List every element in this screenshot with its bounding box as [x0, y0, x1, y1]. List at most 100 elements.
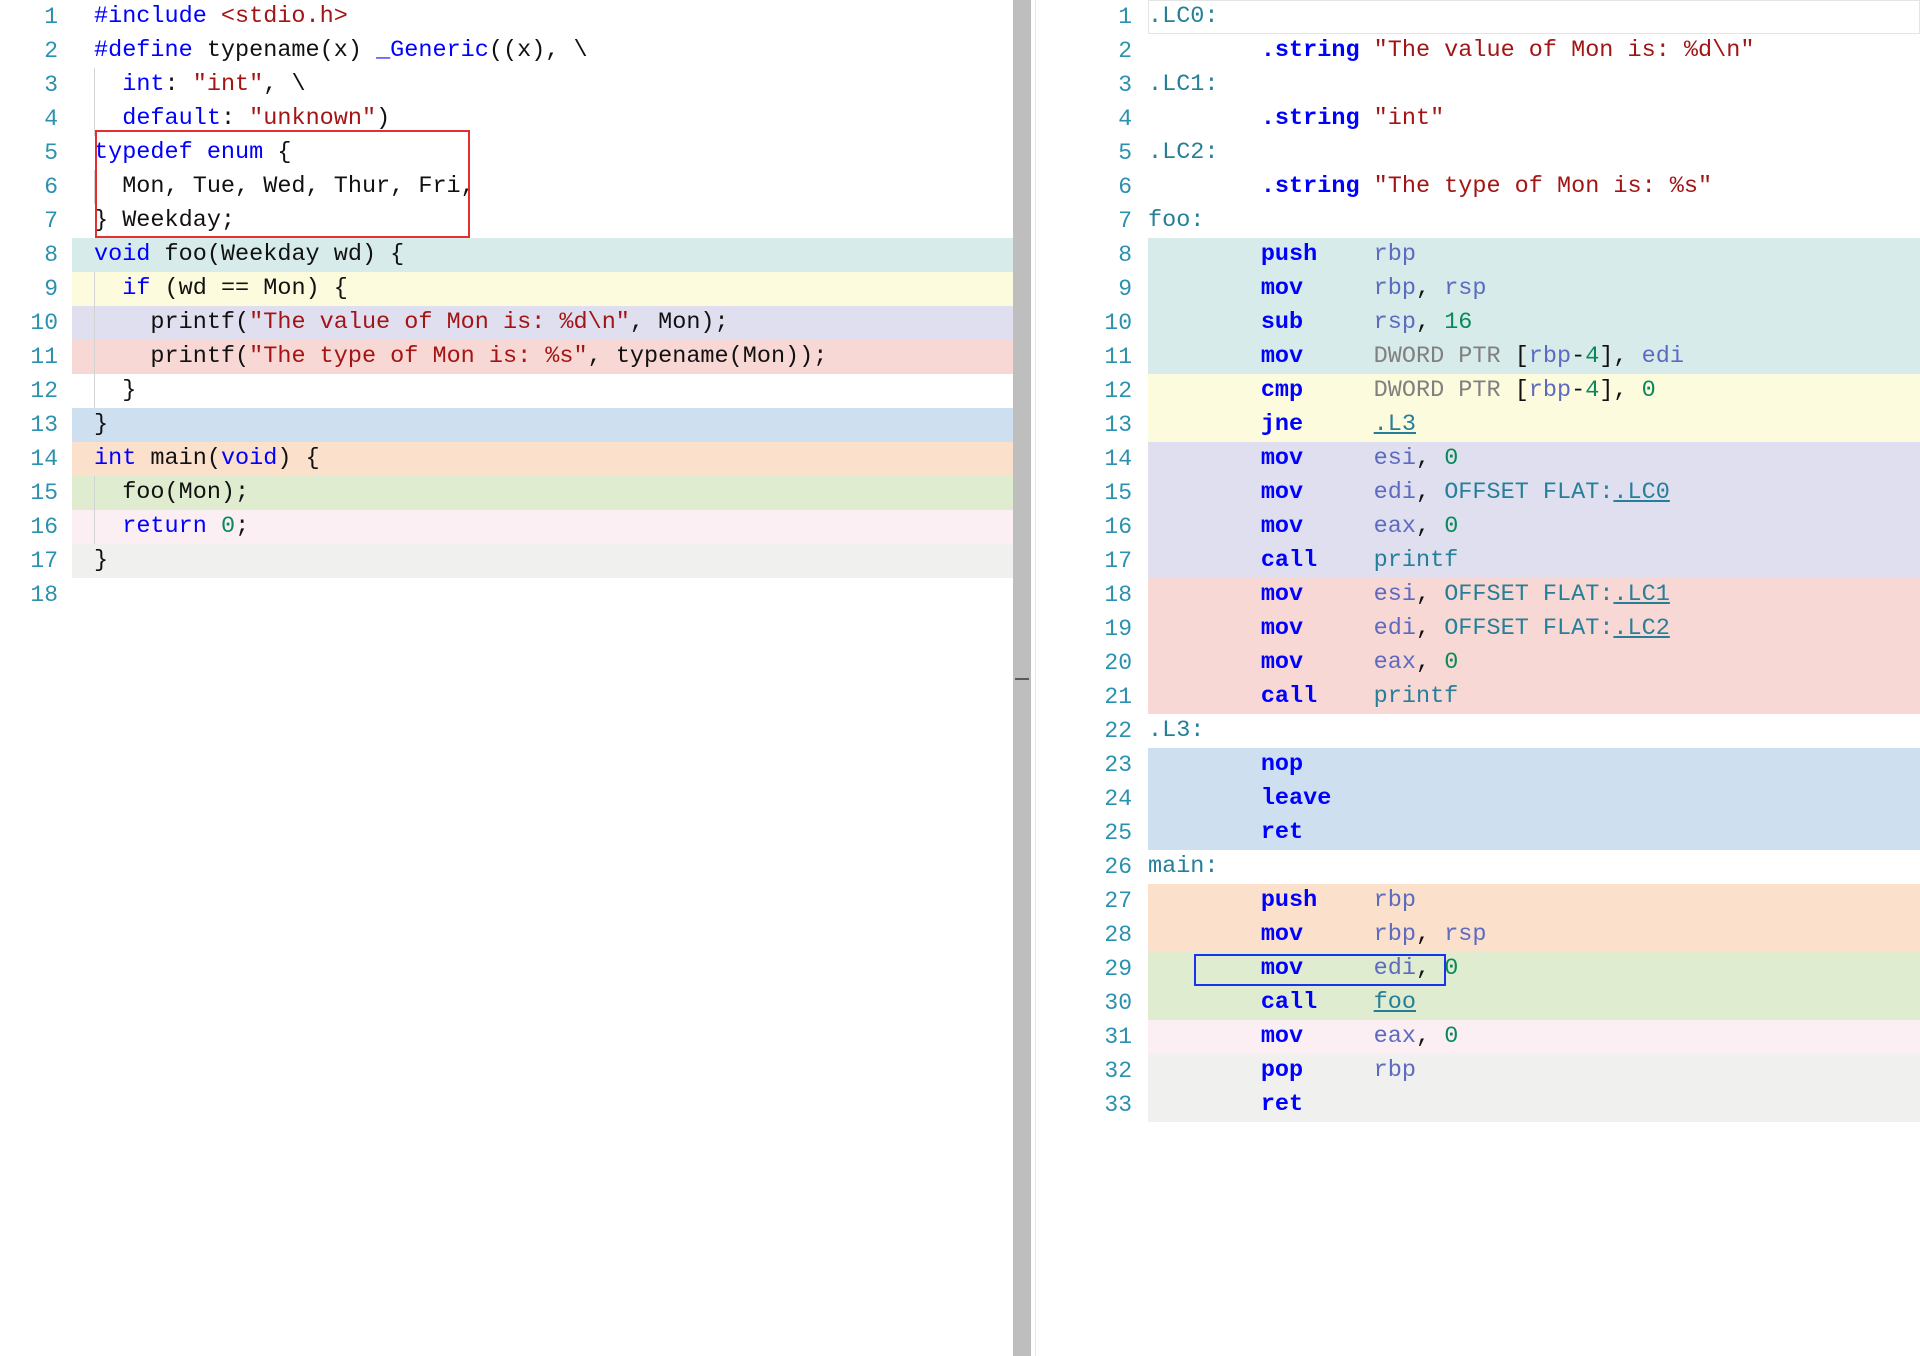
code-line[interactable]: 1 .LC0:: [1040, 0, 1920, 34]
line-content[interactable]: .string "The type of Mon is: %s": [1148, 170, 1920, 204]
line-content[interactable]: .LC0:: [1148, 0, 1920, 34]
code-line[interactable]: 8 void foo(Weekday wd) {: [0, 238, 1013, 272]
code-line[interactable]: 16 mov eax, 0: [1040, 510, 1920, 544]
code-line[interactable]: 12 }: [0, 374, 1013, 408]
code-line[interactable]: 14 int main(void) {: [0, 442, 1013, 476]
source-editor-pane[interactable]: 1 #include <stdio.h> 2 #define typename(x) …: [0, 0, 1013, 1356]
code-line[interactable]: 9 if (wd == Mon) {: [0, 272, 1013, 306]
code-line[interactable]: 5 .LC2:: [1040, 136, 1920, 170]
code-line[interactable]: 27 push rbp: [1040, 884, 1920, 918]
line-content[interactable]: foo(Mon);: [72, 476, 1013, 510]
token[interactable]: .LC2: [1613, 615, 1669, 642]
assembly-output-pane[interactable]: 1 .LC0: 2 .string "The value of Mon is: %d…: [1040, 0, 1920, 1356]
code-line[interactable]: 6 .string "The type of Mon is: %s": [1040, 170, 1920, 204]
line-content[interactable]: [72, 578, 1013, 612]
code-line[interactable]: 31 mov eax, 0: [1040, 1020, 1920, 1054]
line-content[interactable]: .string "The value of Mon is: %d\n": [1148, 34, 1920, 68]
line-content[interactable]: mov DWORD PTR [rbp-4], edi: [1148, 340, 1920, 374]
code-line[interactable]: 22 .L3:: [1040, 714, 1920, 748]
source-code-area[interactable]: 1 #include <stdio.h> 2 #define typename(x) …: [0, 0, 1013, 1356]
code-line[interactable]: 11 printf("The type of Mon is: %s", type…: [0, 340, 1013, 374]
pane-splitter[interactable]: [1013, 0, 1040, 1356]
line-content[interactable]: }: [72, 544, 1013, 578]
line-content[interactable]: void foo(Weekday wd) {: [72, 238, 1013, 272]
line-content[interactable]: int main(void) {: [72, 442, 1013, 476]
line-content[interactable]: mov edi, OFFSET FLAT:.LC2: [1148, 612, 1920, 646]
code-line[interactable]: 2 .string "The value of Mon is: %d\n": [1040, 34, 1920, 68]
line-content[interactable]: }: [72, 408, 1013, 442]
line-content[interactable]: .LC2:: [1148, 136, 1920, 170]
line-content[interactable]: ret: [1148, 1088, 1920, 1122]
line-content[interactable]: mov esi, 0: [1148, 442, 1920, 476]
code-line[interactable]: 9 mov rbp, rsp: [1040, 272, 1920, 306]
code-line[interactable]: 28 mov rbp, rsp: [1040, 918, 1920, 952]
line-content[interactable]: mov edi, 0: [1148, 952, 1920, 986]
code-line[interactable]: 14 mov esi, 0: [1040, 442, 1920, 476]
line-content[interactable]: Mon, Tue, Wed, Thur, Fri,: [72, 170, 1013, 204]
line-content[interactable]: call printf: [1148, 544, 1920, 578]
line-content[interactable]: return 0;: [72, 510, 1013, 544]
line-content[interactable]: printf("The type of Mon is: %s", typenam…: [72, 340, 1013, 374]
code-line[interactable]: 2 #define typename(x) _Generic((x), \: [0, 34, 1013, 68]
line-content[interactable]: foo:: [1148, 204, 1920, 238]
line-content[interactable]: pop rbp: [1148, 1054, 1920, 1088]
code-line[interactable]: 18 mov esi, OFFSET FLAT:.LC1: [1040, 578, 1920, 612]
code-line[interactable]: 19 mov edi, OFFSET FLAT:.LC2: [1040, 612, 1920, 646]
code-line[interactable]: 30 call foo: [1040, 986, 1920, 1020]
line-content[interactable]: ret: [1148, 816, 1920, 850]
line-content[interactable]: jne .L3: [1148, 408, 1920, 442]
line-content[interactable]: printf("The value of Mon is: %d\n", Mon)…: [72, 306, 1013, 340]
line-content[interactable]: mov rbp, rsp: [1148, 918, 1920, 952]
line-content[interactable]: if (wd == Mon) {: [72, 272, 1013, 306]
code-line[interactable]: 23 nop: [1040, 748, 1920, 782]
line-content[interactable]: call foo: [1148, 986, 1920, 1020]
code-line[interactable]: 8 push rbp: [1040, 238, 1920, 272]
code-line[interactable]: 17}: [0, 544, 1013, 578]
token[interactable]: .LC1: [1613, 581, 1669, 608]
code-line[interactable]: 15 mov edi, OFFSET FLAT:.LC0: [1040, 476, 1920, 510]
code-line[interactable]: 12 cmp DWORD PTR [rbp-4], 0: [1040, 374, 1920, 408]
line-content[interactable]: call printf: [1148, 680, 1920, 714]
code-line[interactable]: 5 typedef enum {: [0, 136, 1013, 170]
code-line[interactable]: 21 call printf: [1040, 680, 1920, 714]
line-content[interactable]: mov esi, OFFSET FLAT:.LC1: [1148, 578, 1920, 612]
line-content[interactable]: leave: [1148, 782, 1920, 816]
code-line[interactable]: 25 ret: [1040, 816, 1920, 850]
code-line[interactable]: 24 leave: [1040, 782, 1920, 816]
line-content[interactable]: push rbp: [1148, 238, 1920, 272]
line-content[interactable]: .L3:: [1148, 714, 1920, 748]
code-line[interactable]: 7 foo:: [1040, 204, 1920, 238]
code-line[interactable]: 20 mov eax, 0: [1040, 646, 1920, 680]
line-content[interactable]: mov edi, OFFSET FLAT:.LC0: [1148, 476, 1920, 510]
code-line[interactable]: 4 default: "unknown"): [0, 102, 1013, 136]
line-content[interactable]: int: "int", \: [72, 68, 1013, 102]
line-content[interactable]: mov eax, 0: [1148, 646, 1920, 680]
line-content[interactable]: mov eax, 0: [1148, 510, 1920, 544]
token[interactable]: .LC0: [1613, 479, 1669, 506]
line-content[interactable]: typedef enum {: [72, 136, 1013, 170]
line-content[interactable]: default: "unknown"): [72, 102, 1013, 136]
token[interactable]: .L3: [1374, 411, 1416, 438]
code-line[interactable]: 1 #include <stdio.h>: [0, 0, 1013, 34]
line-content[interactable]: nop: [1148, 748, 1920, 782]
code-line[interactable]: 18: [0, 578, 1013, 612]
line-content[interactable]: push rbp: [1148, 884, 1920, 918]
line-content[interactable]: mov rbp, rsp: [1148, 272, 1920, 306]
code-line[interactable]: 3 .LC1:: [1040, 68, 1920, 102]
code-line[interactable]: 17 call printf: [1040, 544, 1920, 578]
code-line[interactable]: 15 foo(Mon);: [0, 476, 1013, 510]
code-line[interactable]: 7} Weekday;: [0, 204, 1013, 238]
code-line[interactable]: 4 .string "int": [1040, 102, 1920, 136]
code-line[interactable]: 29 mov edi, 0: [1040, 952, 1920, 986]
source-scrollbar-track[interactable]: [1013, 0, 1031, 1356]
line-content[interactable]: main:: [1148, 850, 1920, 884]
code-line[interactable]: 13}: [0, 408, 1013, 442]
code-line[interactable]: 11 mov DWORD PTR [rbp-4], edi: [1040, 340, 1920, 374]
code-line[interactable]: 16 return 0;: [0, 510, 1013, 544]
line-content[interactable]: cmp DWORD PTR [rbp-4], 0: [1148, 374, 1920, 408]
source-scrollbar-thumb[interactable]: [1013, 0, 1031, 1356]
line-content[interactable]: mov eax, 0: [1148, 1020, 1920, 1054]
code-line[interactable]: 3 int: "int", \: [0, 68, 1013, 102]
code-line[interactable]: 10 sub rsp, 16: [1040, 306, 1920, 340]
code-line[interactable]: 6 Mon, Tue, Wed, Thur, Fri,: [0, 170, 1013, 204]
